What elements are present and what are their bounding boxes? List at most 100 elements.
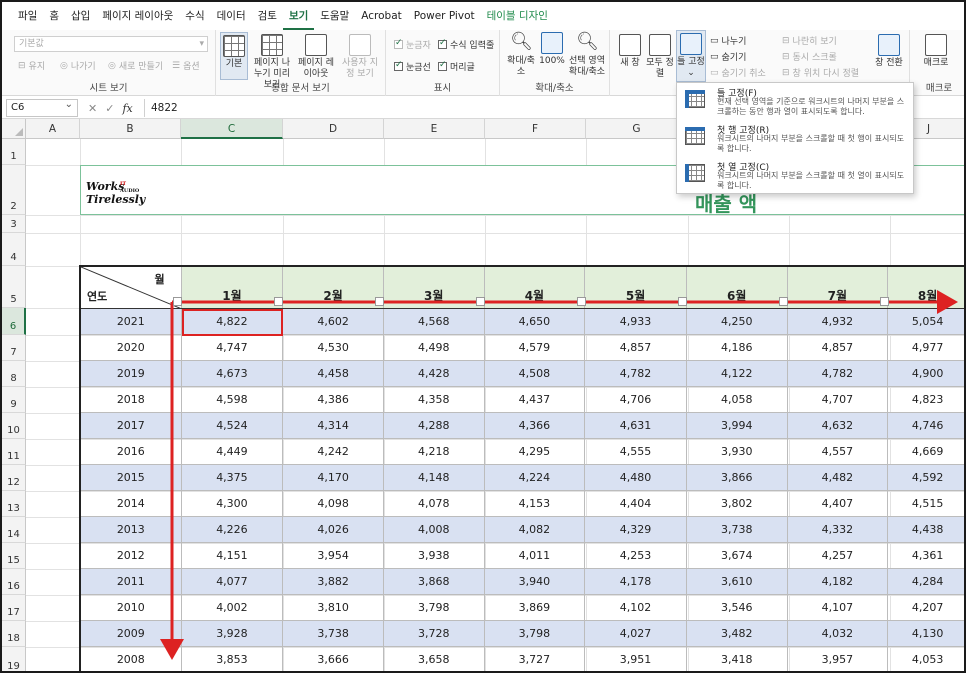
value-cell[interactable]: 4,707: [786, 386, 889, 413]
month-header[interactable]: 7월: [786, 266, 889, 309]
value-cell[interactable]: 4,592: [887, 464, 964, 491]
value-cell[interactable]: 4,977: [887, 334, 964, 361]
value-cell[interactable]: 3,938: [382, 542, 485, 569]
tab-review[interactable]: 검토: [252, 2, 283, 30]
tab-help[interactable]: 도움말: [314, 2, 355, 30]
macros-button[interactable]: 매크로: [914, 34, 958, 69]
value-cell[interactable]: 3,882: [282, 568, 384, 595]
value-cell[interactable]: 4,900: [887, 360, 964, 387]
tab-power-pivot[interactable]: Power Pivot: [408, 2, 481, 30]
exit-button[interactable]: ◎ 나가기: [60, 59, 96, 73]
value-cell[interactable]: 4,932: [786, 308, 889, 335]
value-cell[interactable]: 4,170: [282, 464, 384, 491]
new-view-button[interactable]: ◎ 새로 만들기: [108, 59, 163, 73]
column-header-d[interactable]: D: [283, 119, 384, 139]
filter-button[interactable]: [476, 297, 485, 306]
value-cell[interactable]: 4,098: [282, 490, 384, 517]
value-cell[interactable]: 3,951: [584, 646, 687, 671]
tab-acrobat[interactable]: Acrobat: [355, 2, 408, 30]
value-cell[interactable]: 3,482: [685, 620, 788, 647]
value-cell[interactable]: 4,650: [483, 308, 586, 335]
value-cell[interactable]: 3,869: [483, 594, 586, 621]
hide-button[interactable]: ▭ 숨기기: [710, 50, 746, 64]
month-header[interactable]: 1월: [180, 266, 284, 309]
value-cell[interactable]: 3,853: [180, 646, 284, 671]
value-cell[interactable]: 4,026: [282, 516, 384, 543]
year-cell[interactable]: 2016: [80, 438, 182, 465]
value-cell[interactable]: 5,054: [887, 308, 964, 335]
value-cell[interactable]: 4,332: [786, 516, 889, 543]
value-cell[interactable]: 3,546: [685, 594, 788, 621]
tab-insert[interactable]: 삽입: [65, 2, 96, 30]
value-cell[interactable]: 4,375: [180, 464, 284, 491]
year-cell[interactable]: 2020: [80, 334, 182, 361]
value-cell[interactable]: 3,957: [786, 646, 889, 671]
split-button[interactable]: ▭ 나누기: [710, 34, 746, 48]
arrange-all-button[interactable]: 모두 정렬: [646, 34, 674, 80]
value-cell[interactable]: 3,728: [382, 620, 485, 647]
worksheet[interactable]: ABCDEFGHIJ 12345678910111213141516171819…: [2, 119, 964, 671]
select-all-corner[interactable]: [2, 119, 26, 139]
value-cell[interactable]: 4,857: [786, 334, 889, 361]
custom-views-button[interactable]: 사용자 지정 보기: [338, 34, 382, 80]
gridlines-checkbox[interactable]: 눈금선: [394, 60, 431, 73]
value-cell[interactable]: 4,329: [584, 516, 687, 543]
year-cell[interactable]: 2011: [80, 568, 182, 595]
value-cell[interactable]: 4,857: [584, 334, 687, 361]
row-header-10[interactable]: 10: [2, 413, 26, 439]
column-header-f[interactable]: F: [485, 119, 586, 139]
tab-view[interactable]: 보기: [282, 2, 315, 30]
filter-button[interactable]: [577, 297, 586, 306]
zoom-100-button[interactable]: 100%: [538, 32, 566, 67]
filter-button[interactable]: [880, 297, 889, 306]
value-cell[interactable]: 4,598: [180, 386, 284, 413]
value-cell[interactable]: 4,386: [282, 386, 384, 413]
value-cell[interactable]: 3,994: [685, 412, 788, 439]
value-cell[interactable]: 4,706: [584, 386, 687, 413]
value-cell[interactable]: 4,107: [786, 594, 889, 621]
value-cell[interactable]: 4,428: [382, 360, 485, 387]
menu-item-freeze-panes[interactable]: 틀 고정(F) 현재 선택 영역을 기준으로 워크시트의 나머지 부분을 스크롤…: [677, 83, 913, 119]
year-cell[interactable]: 2019: [80, 360, 182, 387]
value-cell[interactable]: 4,257: [786, 542, 889, 569]
value-cell[interactable]: 3,954: [282, 542, 384, 569]
value-cell[interactable]: 4,515: [887, 490, 964, 517]
tab-file[interactable]: 파일: [12, 2, 43, 30]
value-cell[interactable]: 4,602: [282, 308, 384, 335]
row-header-3[interactable]: 3: [2, 215, 26, 233]
value-cell[interactable]: 4,226: [180, 516, 284, 543]
value-cell[interactable]: 3,738: [282, 620, 384, 647]
value-cell[interactable]: 4,151: [180, 542, 284, 569]
cancel-icon[interactable]: ✕: [88, 102, 97, 115]
row-header-11[interactable]: 11: [2, 439, 26, 465]
value-cell[interactable]: 4,498: [382, 334, 485, 361]
value-cell[interactable]: 4,631: [584, 412, 687, 439]
row-header-8[interactable]: 8: [2, 361, 26, 387]
filter-button[interactable]: [274, 297, 283, 306]
value-cell[interactable]: 4,207: [887, 594, 964, 621]
value-cell[interactable]: 4,579: [483, 334, 586, 361]
tab-table-design[interactable]: 테이블 디자인: [481, 2, 554, 30]
value-cell[interactable]: 4,361: [887, 542, 964, 569]
zoom-selection-button[interactable]: 🔍︎ 선택 영역 확대/축소: [566, 32, 608, 78]
ruler-checkbox[interactable]: 눈금자: [394, 38, 431, 51]
sync-scroll-button[interactable]: ⊟ 동시 스크롤: [782, 50, 837, 64]
page-layout-button[interactable]: 페이지 레이아웃: [298, 34, 334, 80]
value-cell[interactable]: 3,940: [483, 568, 586, 595]
value-cell[interactable]: 4,148: [382, 464, 485, 491]
row-header-16[interactable]: 16: [2, 569, 26, 595]
value-cell[interactable]: 4,178: [584, 568, 687, 595]
value-cell[interactable]: 4,438: [887, 516, 964, 543]
value-cell[interactable]: 4,524: [180, 412, 284, 439]
value-cell[interactable]: 4,182: [786, 568, 889, 595]
year-cell[interactable]: 2017: [80, 412, 182, 439]
tab-data[interactable]: 데이터: [211, 2, 252, 30]
tab-formulas[interactable]: 수식: [179, 2, 210, 30]
value-cell[interactable]: 4,673: [180, 360, 284, 387]
value-cell[interactable]: 4,746: [887, 412, 964, 439]
month-header[interactable]: 5월: [584, 266, 687, 309]
value-cell[interactable]: 3,658: [382, 646, 485, 671]
value-cell[interactable]: 4,224: [483, 464, 586, 491]
year-cell[interactable]: 2008: [80, 646, 182, 671]
filter-button[interactable]: [173, 297, 182, 306]
